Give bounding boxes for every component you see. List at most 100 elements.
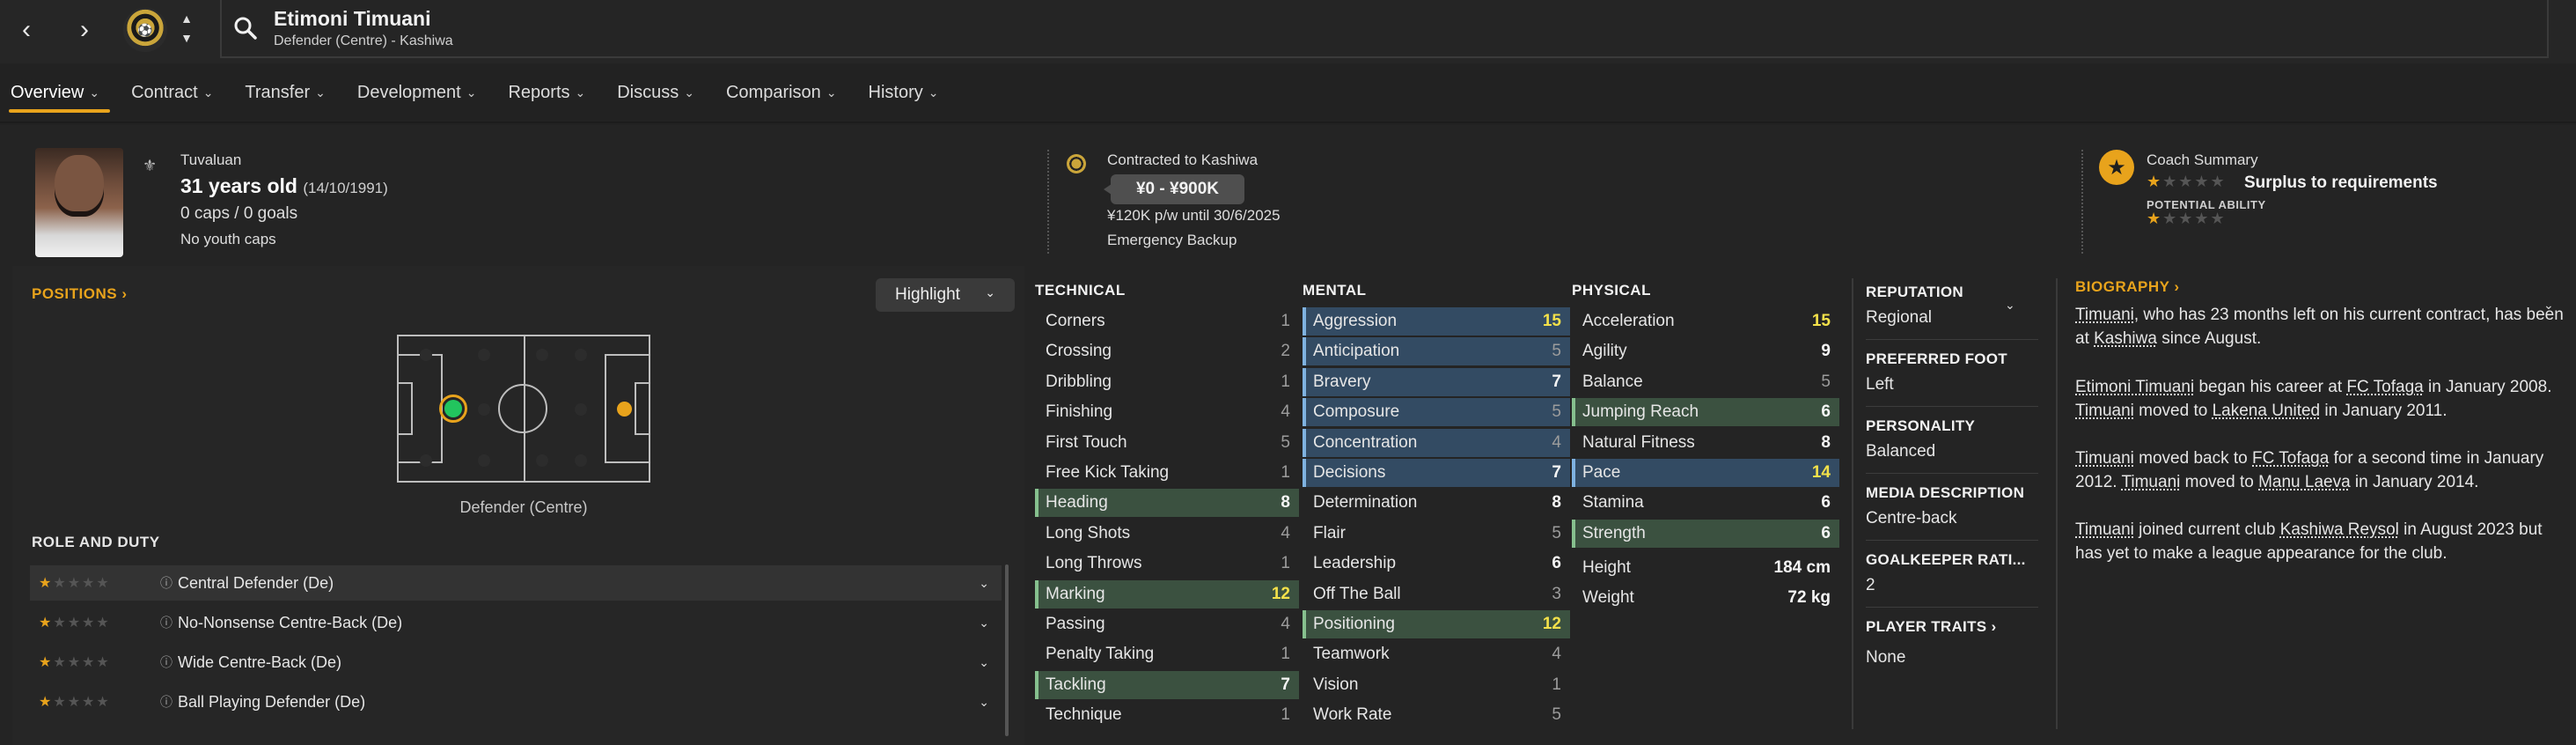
attribute-row[interactable]: Acceleration 15 bbox=[1572, 307, 1839, 336]
club-link[interactable]: Manu Laeva bbox=[2258, 473, 2351, 491]
tab-overview[interactable]: Overview ⌄ bbox=[0, 70, 111, 114]
player-link[interactable]: Etimoni Timuani bbox=[2075, 378, 2194, 396]
attribute-row[interactable]: Crossing 2 bbox=[1035, 337, 1299, 365]
attribute-row[interactable]: Concentration 4 bbox=[1303, 428, 1570, 457]
tab-contract[interactable]: Contract ⌄ bbox=[121, 70, 224, 114]
chevron-right-icon: › bbox=[121, 285, 128, 302]
club-link[interactable]: Lakena United bbox=[2213, 402, 2321, 420]
chevron-down-icon[interactable]: ⌄ bbox=[979, 616, 989, 631]
attribute-row[interactable]: Decisions 7 bbox=[1303, 459, 1570, 487]
chevron-down-icon[interactable]: ⌄ bbox=[2005, 298, 2015, 313]
chevron-down-icon[interactable]: ⌄ bbox=[979, 576, 989, 591]
attribute-row[interactable]: Flair 5 bbox=[1303, 520, 1570, 548]
attribute-row[interactable]: Free Kick Taking 1 bbox=[1035, 459, 1299, 487]
attribute-row[interactable]: Pace 14 bbox=[1572, 459, 1839, 487]
info-icon[interactable]: ⓘ bbox=[160, 574, 178, 592]
contract-label[interactable]: Contracted to Kashiwa bbox=[1107, 151, 1258, 169]
attribute-row[interactable]: Finishing 4 bbox=[1035, 398, 1299, 426]
tab-comparison[interactable]: Comparison ⌄ bbox=[716, 70, 848, 114]
back-button[interactable]: ‹ bbox=[11, 12, 42, 48]
tab-development[interactable]: Development ⌄ bbox=[347, 70, 488, 114]
chevron-down-icon[interactable]: ▼ bbox=[178, 28, 195, 48]
attribute-row[interactable]: Tackling 7 bbox=[1035, 670, 1299, 699]
attribute-value: 5 bbox=[1552, 705, 1561, 725]
club-link[interactable]: Kashiwa Reysol bbox=[2280, 520, 2399, 539]
attribute-row[interactable]: Heading 8 bbox=[1035, 489, 1299, 518]
player-traits-label[interactable]: PLAYER TRAITS › bbox=[1866, 618, 1996, 636]
attribute-row[interactable]: Teamwork 4 bbox=[1303, 640, 1570, 668]
attribute-row[interactable]: Determination 8 bbox=[1303, 489, 1570, 517]
attribute-row[interactable]: Corners 1 bbox=[1035, 307, 1299, 336]
attribute-row[interactable]: Marking 12 bbox=[1035, 579, 1299, 609]
player-search-box[interactable] bbox=[220, 0, 2549, 58]
chevron-down-icon[interactable]: ⌄ bbox=[979, 695, 989, 710]
attribute-row[interactable]: Vision 1 bbox=[1303, 671, 1570, 699]
highlight-dropdown[interactable]: Highlight ⌄ bbox=[876, 278, 1015, 312]
club-switcher[interactable]: ▲ ▼ bbox=[178, 9, 195, 48]
player-link[interactable]: Timuani bbox=[2075, 402, 2134, 420]
nation-flag-icon[interactable]: ⚜ bbox=[143, 157, 162, 176]
role-row[interactable]: ★★★★★ ⓘ No-Nonsense Centre-Back (De) ⌄ bbox=[30, 605, 1002, 640]
role-row[interactable]: ★★★★★ ⓘ Ball Playing Defender (De) ⌄ bbox=[30, 684, 1002, 719]
attribute-row[interactable]: First Touch 5 bbox=[1035, 429, 1299, 457]
attribute-row[interactable]: Jumping Reach 6 bbox=[1572, 398, 1839, 427]
tab-discuss[interactable]: Discuss ⌄ bbox=[606, 70, 705, 114]
attribute-value: 8 bbox=[1281, 493, 1290, 513]
role-row[interactable]: ★★★★★ ⓘ Central Defender (De) ⌄ bbox=[30, 565, 1002, 601]
attribute-value: 1 bbox=[1281, 645, 1290, 664]
nationality[interactable]: Tuvaluan bbox=[180, 151, 241, 169]
attribute-value: 5 bbox=[1552, 523, 1561, 542]
tab-reports[interactable]: Reports ⌄ bbox=[497, 70, 596, 114]
tab-transfer[interactable]: Transfer ⌄ bbox=[234, 70, 335, 114]
attribute-row[interactable]: Technique 1 bbox=[1035, 701, 1299, 729]
attribute-row[interactable]: Dribbling 1 bbox=[1035, 368, 1299, 396]
positions-title[interactable]: POSITIONS › bbox=[32, 285, 127, 303]
chevron-up-icon[interactable]: ▲ bbox=[178, 9, 195, 28]
attribute-row[interactable]: Natural Fitness 8 bbox=[1572, 429, 1839, 457]
attribute-row[interactable]: Penalty Taking 1 bbox=[1035, 640, 1299, 668]
search-icon[interactable] bbox=[232, 14, 259, 42]
attribute-row[interactable]: Work Rate 5 bbox=[1303, 701, 1570, 729]
attribute-row[interactable]: Bravery 7 bbox=[1303, 367, 1570, 396]
attribute-row[interactable]: Positioning 12 bbox=[1303, 610, 1570, 638]
chevron-down-icon[interactable]: ⌄ bbox=[979, 655, 989, 670]
wage-and-expiry: ¥120K p/w until 30/6/2025 bbox=[1107, 207, 1281, 224]
role-list-scrollbar[interactable] bbox=[1005, 564, 1009, 736]
attribute-row[interactable]: Stamina 6 bbox=[1572, 489, 1839, 517]
role-row[interactable]: ★★★★★ ⓘ Wide Centre-Back (De) ⌄ bbox=[30, 645, 1002, 680]
attribute-row[interactable]: Long Shots 4 bbox=[1035, 520, 1299, 548]
biography-paragraph: Timuani, who has 23 months left on his c… bbox=[2075, 306, 2564, 348]
info-icon[interactable]: ⓘ bbox=[160, 653, 178, 671]
player-link[interactable]: Timuani bbox=[2075, 520, 2134, 539]
biography-title[interactable]: BIOGRAPHY › bbox=[2075, 278, 2180, 296]
attribute-row[interactable]: Passing 4 bbox=[1035, 610, 1299, 638]
attribute-row[interactable]: Composure 5 bbox=[1303, 398, 1570, 427]
attribute-row[interactable]: Leadership 6 bbox=[1303, 550, 1570, 578]
attribute-row[interactable]: Anticipation 5 bbox=[1303, 337, 1570, 366]
attribute-row[interactable]: Agility 9 bbox=[1572, 337, 1839, 365]
info-icon[interactable]: ⓘ bbox=[160, 614, 178, 631]
forward-button[interactable]: › bbox=[69, 12, 100, 48]
attribute-value: 15 bbox=[1811, 312, 1831, 330]
player-link[interactable]: Timuani bbox=[2075, 449, 2134, 468]
club-badge-icon[interactable]: ⚽ bbox=[123, 8, 167, 52]
club-link[interactable]: FC Tofaga bbox=[2346, 378, 2423, 396]
club-link[interactable]: FC Tofaga bbox=[2252, 449, 2329, 468]
chevron-down-icon: ⌄ bbox=[928, 85, 939, 100]
divider bbox=[1866, 607, 2038, 608]
attribute-row[interactable]: Strength 6 bbox=[1572, 519, 1839, 548]
player-link[interactable]: Timuani bbox=[2075, 306, 2134, 324]
chevron-down-icon: ⌄ bbox=[826, 85, 837, 100]
attribute-row[interactable]: Aggression 15 bbox=[1303, 307, 1570, 336]
club-link[interactable]: Kashiwa bbox=[2094, 329, 2157, 348]
biography-paragraph: Etimoni Timuani began his career at FC T… bbox=[2075, 378, 2552, 420]
attribute-row[interactable]: Long Throws 1 bbox=[1035, 550, 1299, 578]
selected-position-marker[interactable] bbox=[439, 395, 467, 423]
attribute-row[interactable]: Balance 5 bbox=[1572, 368, 1839, 396]
divider bbox=[2056, 278, 2058, 729]
attribute-value: 6 bbox=[1552, 554, 1561, 573]
tab-history[interactable]: History ⌄ bbox=[858, 70, 950, 114]
attribute-row[interactable]: Off The Ball 3 bbox=[1303, 580, 1570, 609]
info-icon[interactable]: ⓘ bbox=[160, 693, 178, 711]
player-link[interactable]: Timuani bbox=[2121, 473, 2180, 491]
